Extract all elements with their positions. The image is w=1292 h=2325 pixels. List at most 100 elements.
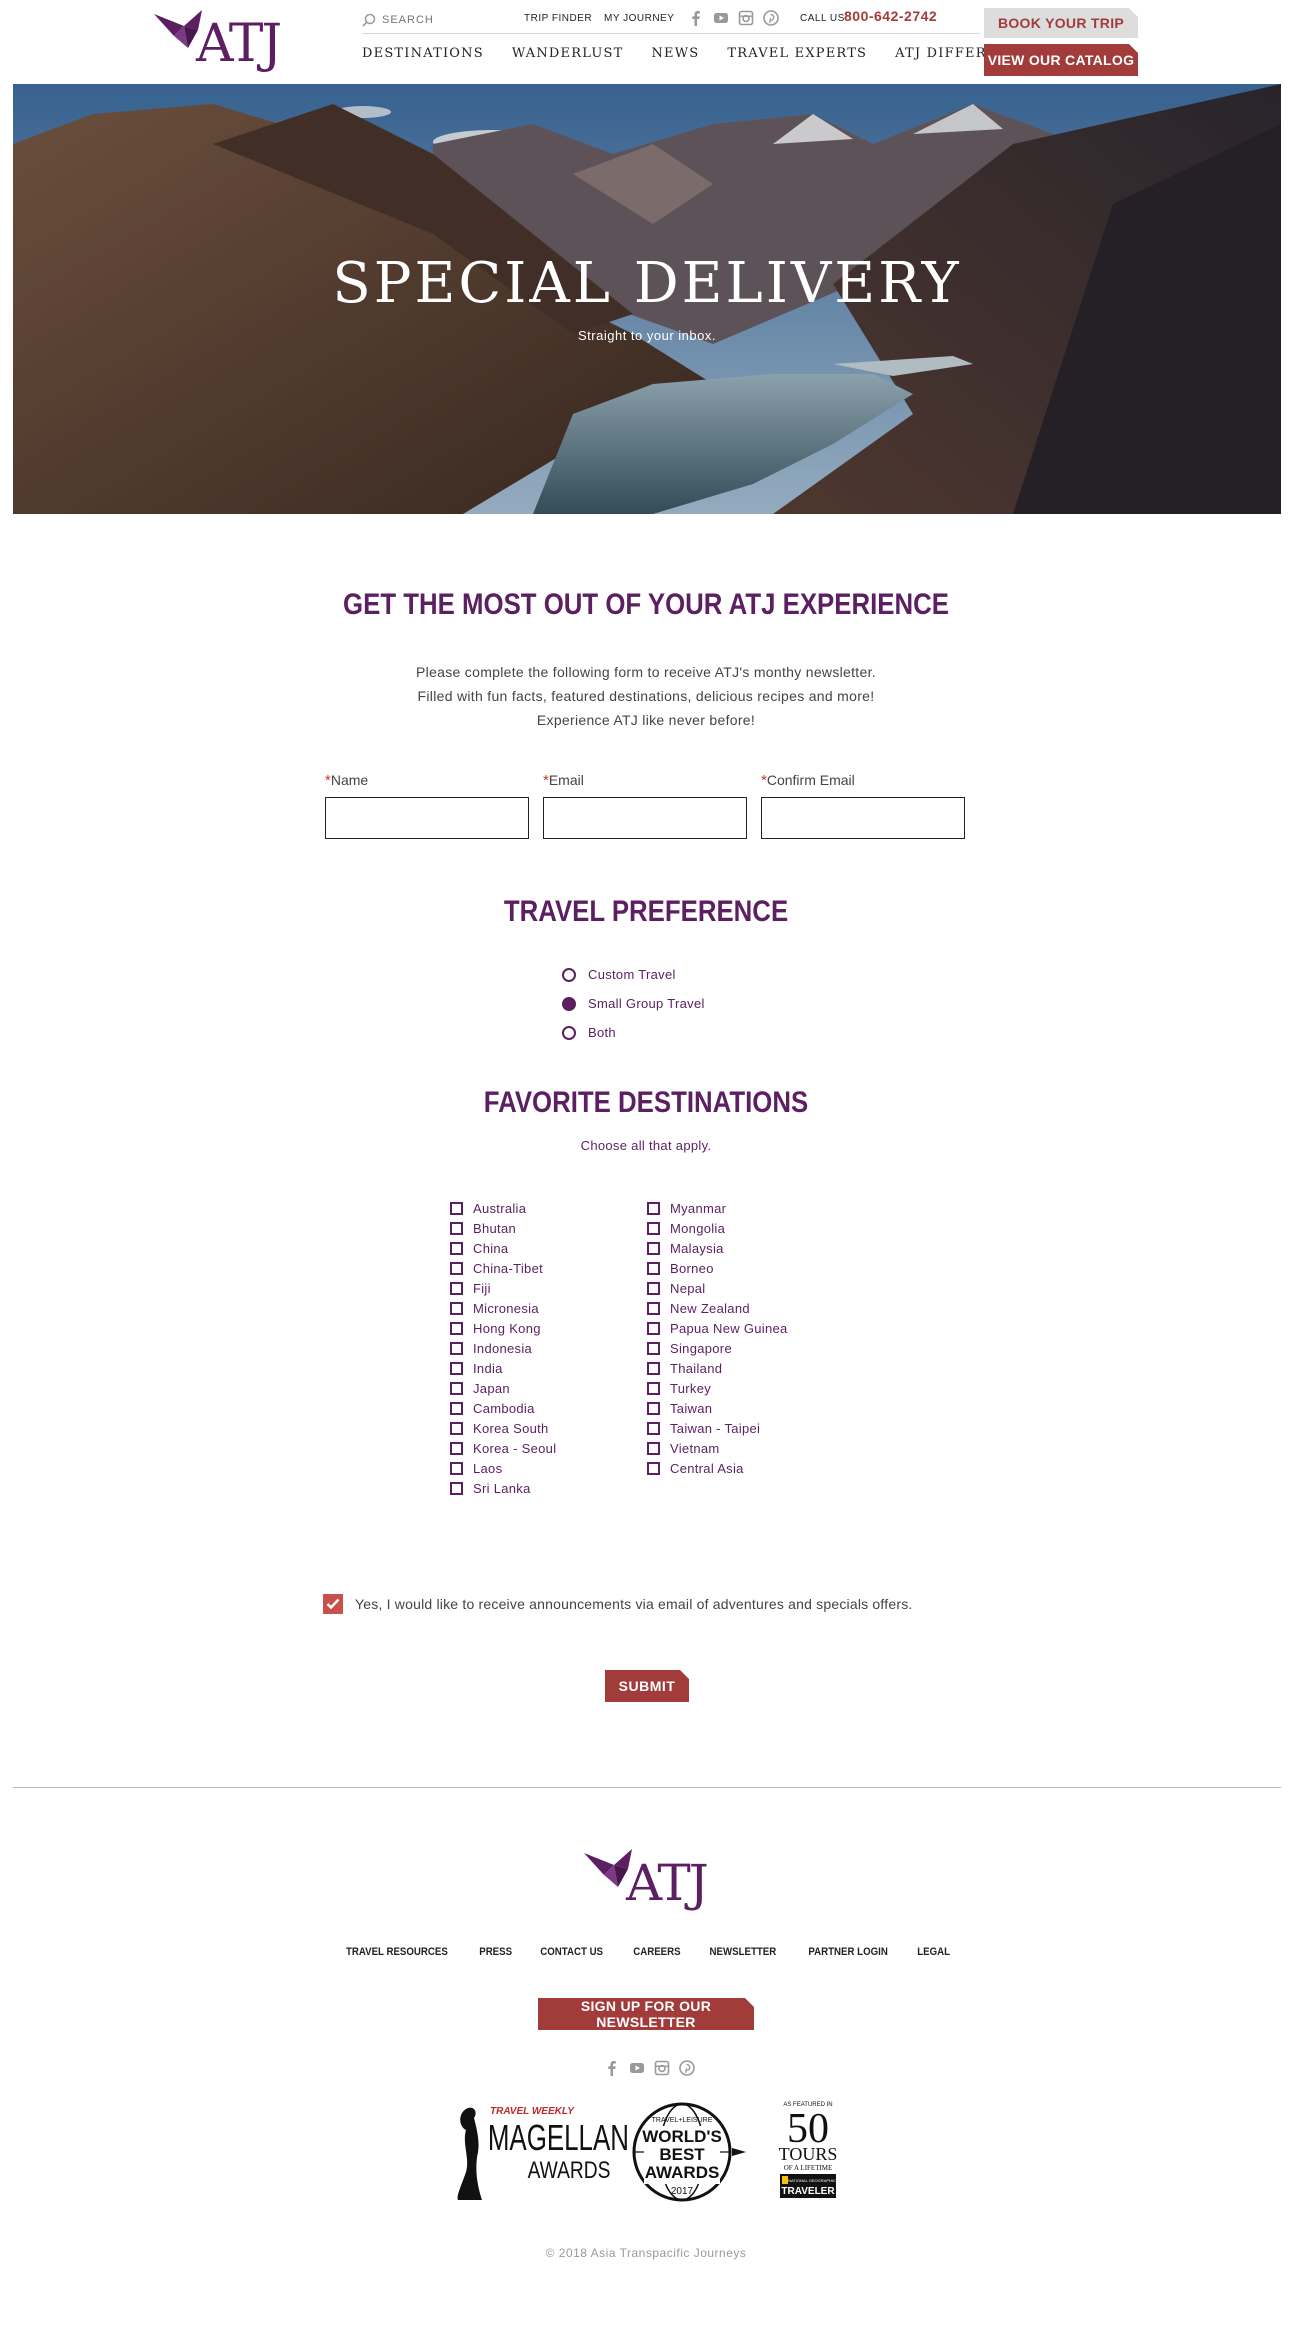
destination-checkbox[interactable] (647, 1261, 660, 1275)
destination-option[interactable]: Micronesia (450, 1298, 556, 1318)
radio-option-small-group[interactable]: Small Group Travel (562, 989, 705, 1018)
youtube-icon[interactable] (629, 2060, 645, 2076)
destination-checkbox[interactable] (647, 1241, 660, 1255)
destination-option[interactable]: Cambodia (450, 1398, 556, 1418)
facebook-icon[interactable] (604, 2060, 620, 2076)
nav-wanderlust[interactable]: WANDERLUST (512, 46, 624, 61)
radio-button[interactable] (562, 967, 576, 982)
destination-checkbox[interactable] (450, 1481, 463, 1495)
destination-option[interactable]: Korea South (450, 1418, 556, 1438)
instagram-icon[interactable] (738, 10, 754, 26)
destination-checkbox[interactable] (450, 1461, 463, 1475)
search-input[interactable] (382, 14, 502, 26)
destination-checkbox[interactable] (647, 1201, 660, 1215)
destination-checkbox[interactable] (450, 1201, 463, 1215)
destination-option[interactable]: Laos (450, 1458, 556, 1478)
destination-option[interactable]: Turkey (647, 1378, 788, 1398)
footer-atj-logo[interactable]: ATJ (584, 1845, 710, 1917)
destination-option[interactable]: Malaysia (647, 1238, 788, 1258)
nav-destinations[interactable]: DESTINATIONS (362, 46, 484, 61)
destination-checkbox[interactable] (647, 1441, 660, 1455)
destination-checkbox[interactable] (647, 1301, 660, 1315)
youtube-icon[interactable] (713, 10, 729, 26)
destination-checkbox[interactable] (647, 1401, 660, 1415)
destination-checkbox[interactable] (450, 1381, 463, 1395)
optin-checkbox[interactable] (323, 1594, 343, 1614)
destination-checkbox[interactable] (450, 1401, 463, 1415)
destination-option[interactable]: Sri Lanka (450, 1478, 556, 1498)
destination-checkbox[interactable] (647, 1281, 660, 1295)
destination-option[interactable]: China (450, 1238, 556, 1258)
destination-option[interactable]: Taiwan (647, 1398, 788, 1418)
destination-checkbox[interactable] (450, 1241, 463, 1255)
destination-checkbox[interactable] (450, 1341, 463, 1355)
footer-link-partner-login[interactable]: PARTNER LOGIN (809, 1946, 888, 1958)
footer-link-careers[interactable]: CAREERS (633, 1946, 680, 1958)
destination-option[interactable]: Indonesia (450, 1338, 556, 1358)
radio-button[interactable] (562, 1025, 576, 1040)
destination-label: Mongolia (670, 1220, 726, 1236)
footer-link-legal[interactable]: LEGAL (918, 1946, 951, 1958)
book-your-trip-button[interactable]: BOOK YOUR TRIP (984, 8, 1138, 38)
destination-option[interactable]: Hong Kong (450, 1318, 556, 1338)
nav-news[interactable]: NEWS (651, 46, 699, 61)
destination-checkbox[interactable] (450, 1261, 463, 1275)
view-catalog-button[interactable]: VIEW OUR CATALOG (984, 44, 1138, 76)
submit-button[interactable]: SUBMIT (605, 1670, 689, 1702)
destination-checkbox[interactable] (647, 1321, 660, 1335)
destination-option[interactable]: Korea - Seoul (450, 1438, 556, 1458)
phone-number[interactable]: 800-642-2742 (844, 8, 937, 24)
destination-checkbox[interactable] (450, 1221, 463, 1235)
email-input[interactable] (543, 797, 747, 839)
destination-option[interactable]: Central Asia (647, 1458, 788, 1478)
destination-option[interactable]: Myanmar (647, 1198, 788, 1218)
destination-option[interactable]: Borneo (647, 1258, 788, 1278)
my-journey-link[interactable]: MY JOURNEY (604, 13, 674, 24)
radio-option-custom[interactable]: Custom Travel (562, 960, 705, 989)
instagram-icon[interactable] (654, 2060, 670, 2076)
destination-checkbox[interactable] (450, 1301, 463, 1315)
footer-link-contact-us[interactable]: CONTACT US (541, 1946, 604, 1958)
destination-checkbox[interactable] (450, 1321, 463, 1335)
footer-link-press[interactable]: PRESS (479, 1946, 512, 1958)
destination-checkbox[interactable] (647, 1221, 660, 1235)
destination-option[interactable]: Papua New Guinea (647, 1318, 788, 1338)
destination-option[interactable]: India (450, 1358, 556, 1378)
destination-checkbox[interactable] (647, 1341, 660, 1355)
search-icon[interactable] (362, 13, 376, 27)
destination-checkbox[interactable] (450, 1421, 463, 1435)
email-optin[interactable]: Yes, I would like to receive announcemen… (323, 1594, 913, 1614)
destination-option[interactable]: Japan (450, 1378, 556, 1398)
radio-option-both[interactable]: Both (562, 1018, 705, 1047)
footer-link-newsletter[interactable]: NEWSLETTER (710, 1946, 777, 1958)
destination-checkbox[interactable] (647, 1461, 660, 1475)
trip-finder-link[interactable]: TRIP FINDER (524, 13, 592, 24)
destination-checkbox[interactable] (450, 1361, 463, 1375)
pinterest-icon[interactable] (679, 2060, 695, 2076)
destination-option[interactable]: Taiwan - Taipei (647, 1418, 788, 1438)
destination-option[interactable]: Singapore (647, 1338, 788, 1358)
radio-button-selected[interactable] (562, 996, 576, 1011)
pinterest-icon[interactable] (763, 10, 779, 26)
name-input[interactable] (325, 797, 529, 839)
atj-logo[interactable]: ATJ (154, 6, 282, 78)
destination-option[interactable]: China-Tibet (450, 1258, 556, 1278)
destination-checkbox[interactable] (450, 1441, 463, 1455)
destination-checkbox[interactable] (647, 1421, 660, 1435)
destination-checkbox[interactable] (450, 1281, 463, 1295)
footer-link-travel-resources[interactable]: TRAVEL RESOURCES (346, 1946, 448, 1958)
destination-option[interactable]: Australia (450, 1198, 556, 1218)
destination-option[interactable]: Vietnam (647, 1438, 788, 1458)
facebook-icon[interactable] (688, 10, 704, 26)
newsletter-signup-button[interactable]: SIGN UP FOR OUR NEWSLETTER (538, 1998, 754, 2030)
destination-option[interactable]: New Zealand (647, 1298, 788, 1318)
destination-checkbox[interactable] (647, 1381, 660, 1395)
destination-option[interactable]: Mongolia (647, 1218, 788, 1238)
confirm-email-input[interactable] (761, 797, 965, 839)
destination-option[interactable]: Fiji (450, 1278, 556, 1298)
destination-option[interactable]: Bhutan (450, 1218, 556, 1238)
destination-checkbox[interactable] (647, 1361, 660, 1375)
destination-option[interactable]: Thailand (647, 1358, 788, 1378)
destination-option[interactable]: Nepal (647, 1278, 788, 1298)
nav-travel-experts[interactable]: TRAVEL EXPERTS (727, 46, 867, 61)
